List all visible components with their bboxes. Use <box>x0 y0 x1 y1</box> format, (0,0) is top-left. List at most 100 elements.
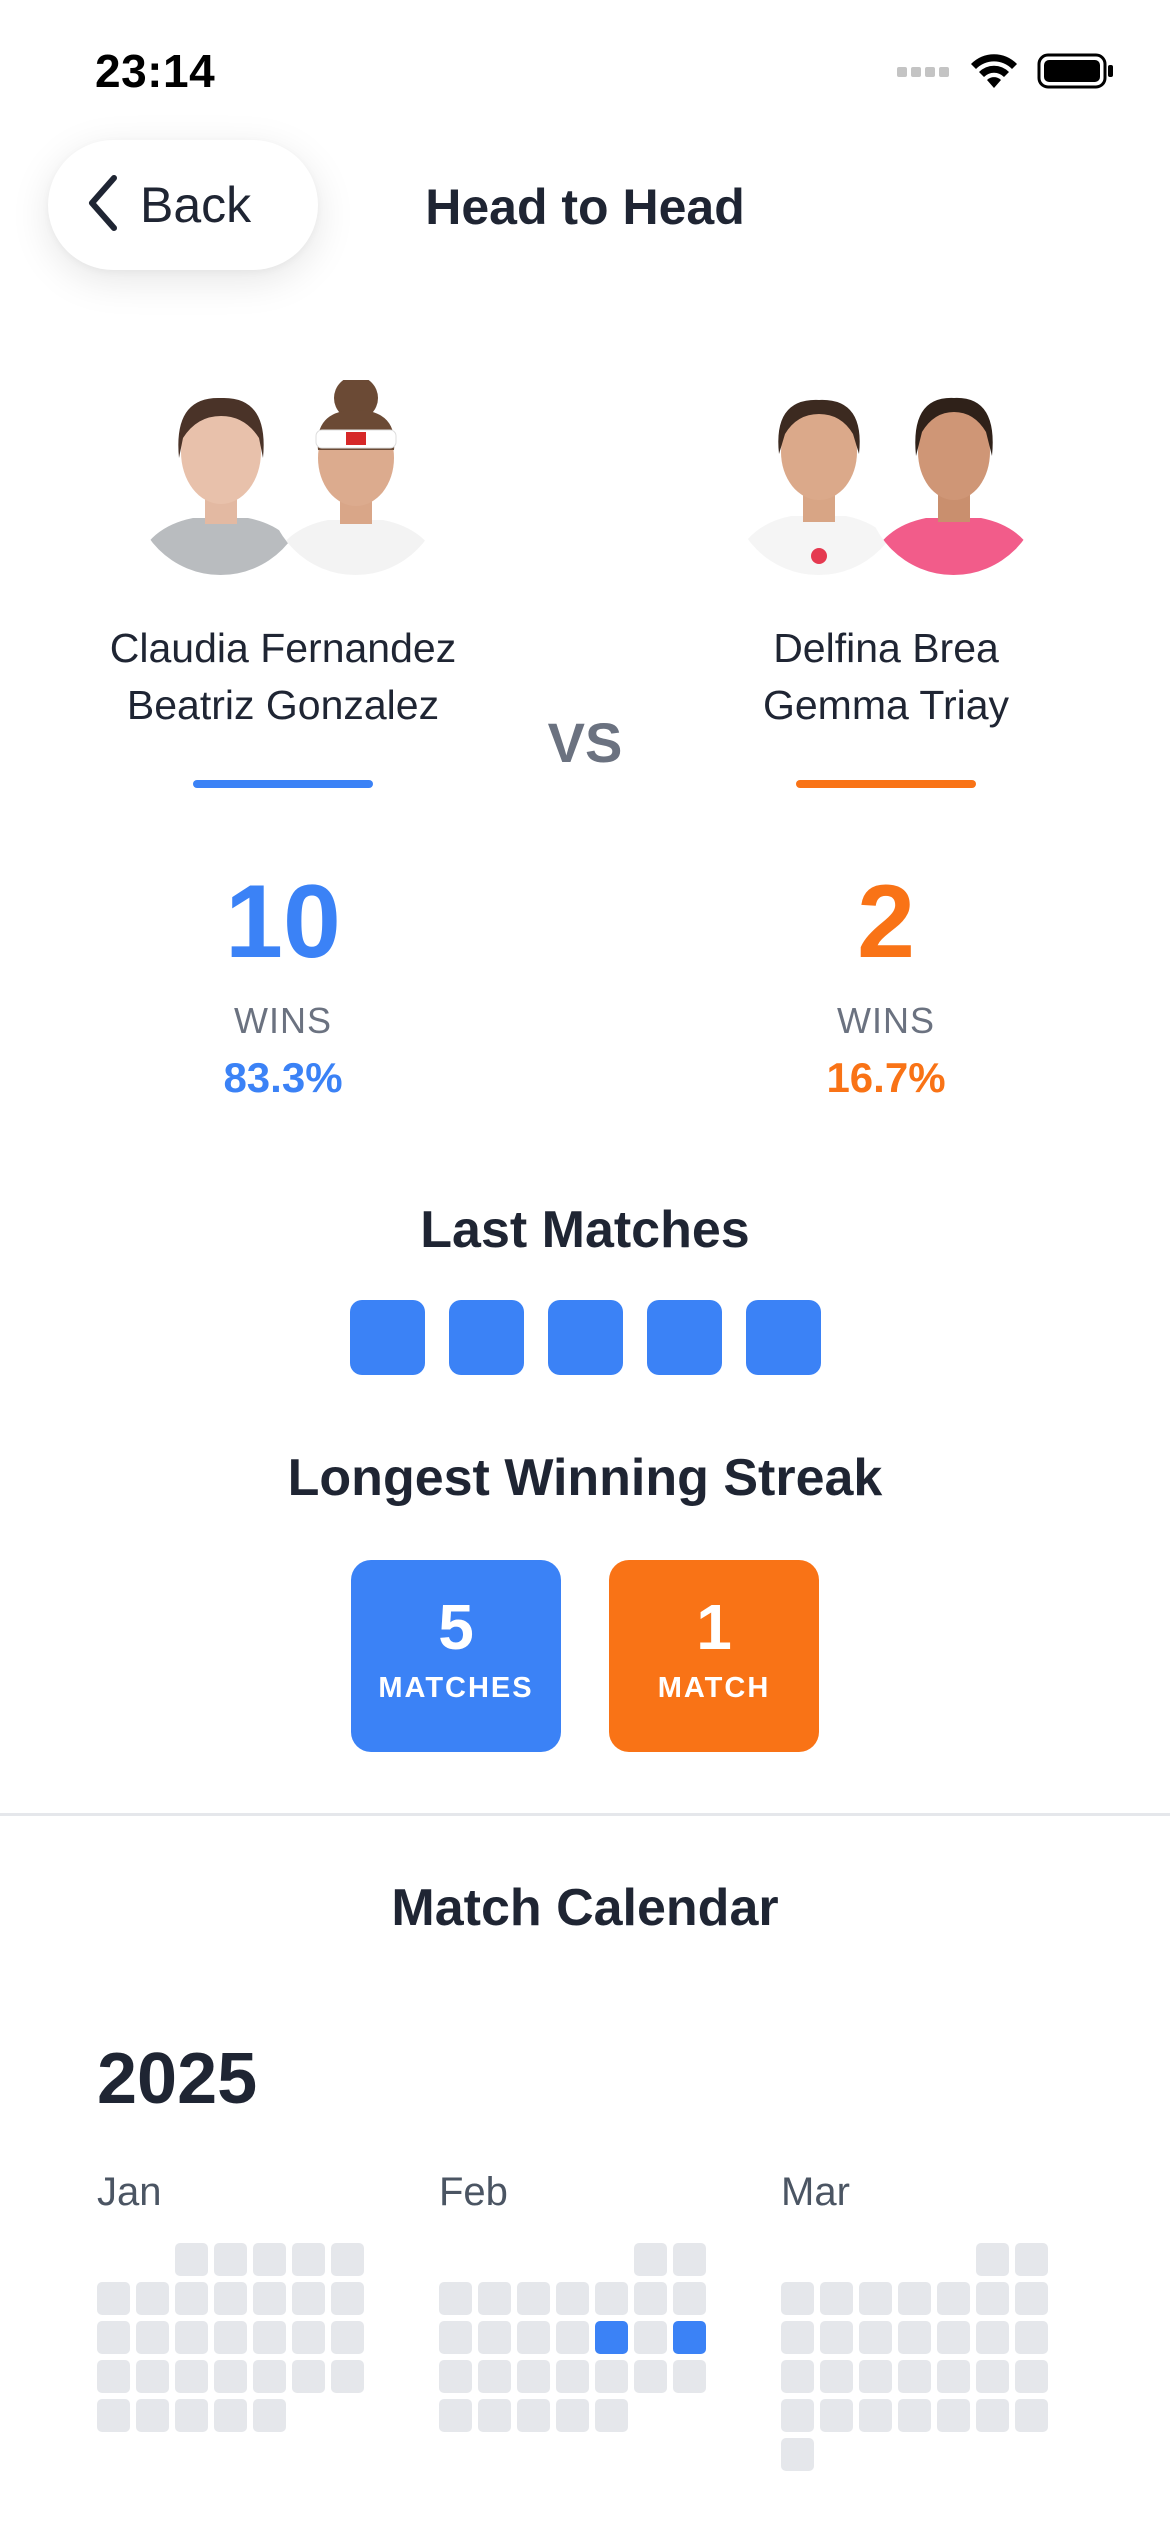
last-matches-title: Last Matches <box>420 1201 750 1259</box>
calendar-day <box>439 2321 472 2354</box>
team-2-color-bar <box>796 780 976 788</box>
calendar-day <box>439 2399 472 2432</box>
calendar-blank-cell <box>439 2243 472 2276</box>
team-2-streak-unit: MATCH <box>657 1672 771 1704</box>
calendar-match-day[interactable] <box>673 2321 706 2354</box>
month-label: Feb <box>439 2170 508 2214</box>
calendar-day <box>214 2321 247 2354</box>
calendar-day <box>820 2399 853 2432</box>
team-2-score: 2 WINS 16.7% <box>676 862 1096 1102</box>
calendar-blank-cell <box>556 2243 589 2276</box>
navigation-bar: Back Head to Head <box>0 140 1170 280</box>
calendar-day <box>97 2399 130 2432</box>
vs-label: VS <box>547 711 623 774</box>
calendar-day <box>595 2360 628 2393</box>
calendar-blank-cell <box>859 2243 892 2276</box>
page-title: Head to Head <box>425 179 745 235</box>
calendar-day <box>634 2360 667 2393</box>
team-2-streak-value: 1 <box>696 1591 732 1663</box>
calendar-day <box>214 2243 247 2276</box>
calendar-day <box>859 2399 892 2432</box>
team-1-wins-label: WINS <box>234 1000 332 1041</box>
calendar-day <box>1015 2399 1048 2432</box>
calendar-day <box>634 2243 667 2276</box>
calendar-day <box>292 2243 325 2276</box>
status-time: 23:14 <box>95 45 216 97</box>
calendar-blank-cell <box>820 2243 853 2276</box>
team-1-streak-value: 5 <box>438 1591 474 1663</box>
calendar-day <box>673 2360 706 2393</box>
calendar-day <box>214 2282 247 2315</box>
last-match-result <box>646 1300 722 1375</box>
month-label: Mar <box>781 2170 850 2214</box>
calendar-day <box>175 2282 208 2315</box>
calendar-day <box>976 2360 1009 2393</box>
calendar-day <box>595 2282 628 2315</box>
calendar-day <box>898 2282 931 2315</box>
calendar-day <box>859 2360 892 2393</box>
calendar-blank-cell <box>478 2243 511 2276</box>
calendar-day <box>820 2360 853 2393</box>
calendar-day <box>214 2399 247 2432</box>
calendar-day <box>253 2399 286 2432</box>
calendar-day <box>253 2360 286 2393</box>
status-icons <box>897 52 1115 95</box>
calendar-day <box>214 2360 247 2393</box>
month-label: Jan <box>97 2170 162 2214</box>
calendar-day <box>673 2243 706 2276</box>
calendar-day <box>292 2360 325 2393</box>
calendar-day <box>136 2399 169 2432</box>
calendar-day <box>595 2399 628 2432</box>
calendar-day <box>1015 2282 1048 2315</box>
calendar-day <box>517 2282 550 2315</box>
calendar-year: 2025 <box>97 2039 258 2119</box>
calendar-day <box>175 2360 208 2393</box>
calendar-day <box>976 2282 1009 2315</box>
calendar-day <box>478 2282 511 2315</box>
calendar-day <box>781 2360 814 2393</box>
calendar-day <box>331 2243 364 2276</box>
calendar-day <box>1015 2360 1048 2393</box>
calendar-day <box>439 2360 472 2393</box>
player-avatar <box>866 380 1041 575</box>
calendar-day <box>937 2282 970 2315</box>
team-1-player-1-name: Claudia Fernandez <box>109 625 457 671</box>
calendar-day <box>937 2399 970 2432</box>
calendar-day <box>517 2360 550 2393</box>
calendar-day <box>976 2243 1009 2276</box>
winning-streak-row: 5 MATCHES 1 MATCH <box>0 1560 1170 1752</box>
calendar-day <box>556 2399 589 2432</box>
calendar-day <box>556 2282 589 2315</box>
calendar-day <box>634 2282 667 2315</box>
team-2-player-1-name: Delfina Brea <box>773 625 999 671</box>
calendar-day <box>1015 2321 1048 2354</box>
month-day-grid <box>97 2243 377 2432</box>
calendar-day <box>292 2321 325 2354</box>
calendar-day <box>175 2243 208 2276</box>
team-2-win-percentage: 16.7% <box>826 1054 946 1101</box>
calendar-match-day[interactable] <box>595 2321 628 2354</box>
calendar-day <box>478 2321 511 2354</box>
calendar-day <box>556 2360 589 2393</box>
calendar-blank-cell <box>136 2243 169 2276</box>
calendar-day <box>478 2399 511 2432</box>
month-day-grid <box>781 2243 1061 2471</box>
wifi-icon <box>969 52 1019 95</box>
calendar-day <box>175 2399 208 2432</box>
calendar-day <box>97 2360 130 2393</box>
section-divider <box>0 1813 1170 1816</box>
calendar-day <box>517 2321 550 2354</box>
calendar-day <box>898 2399 931 2432</box>
calendar-month-jan: Jan <box>97 2170 377 2432</box>
team-1-color-bar <box>193 780 373 788</box>
team-2-streak-card: 1 MATCH <box>609 1560 819 1752</box>
calendar-day <box>673 2282 706 2315</box>
calendar-blank-cell <box>595 2243 628 2276</box>
last-match-result <box>349 1300 425 1375</box>
calendar-day <box>820 2321 853 2354</box>
calendar-day <box>859 2321 892 2354</box>
team-1-avatars <box>73 380 493 580</box>
match-calendar-title: Match Calendar <box>391 1879 779 1937</box>
calendar-day <box>781 2321 814 2354</box>
calendar-day <box>859 2282 892 2315</box>
